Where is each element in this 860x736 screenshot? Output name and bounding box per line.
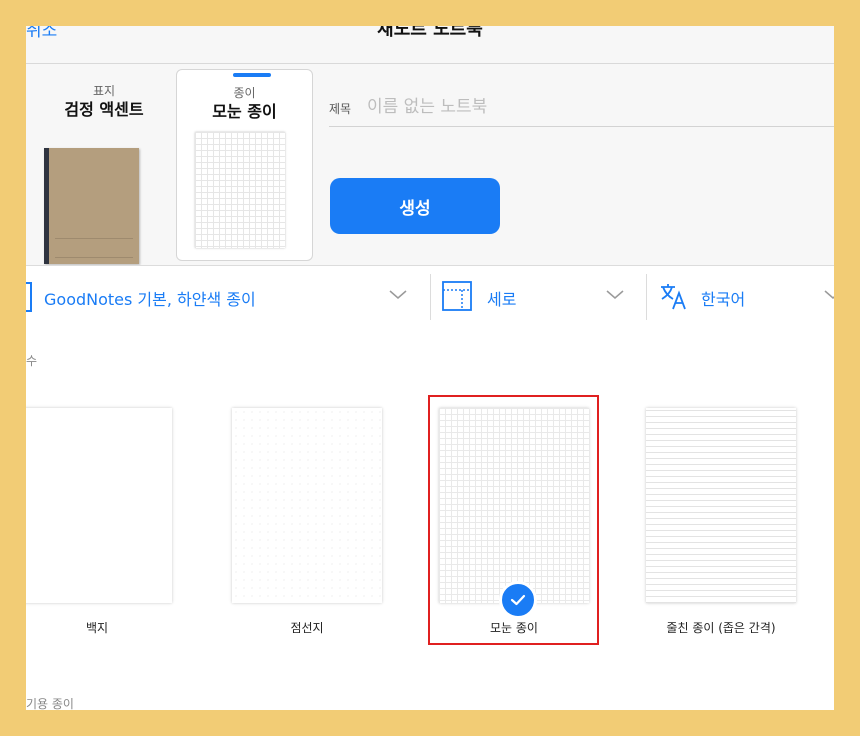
orientation-label: 세로	[487, 290, 517, 309]
template-label: GoodNotes 기본, 하얀색 종이	[44, 290, 256, 309]
chevron-down-icon	[606, 290, 624, 299]
paper-label: 종이	[233, 86, 256, 100]
paper-tile-grid[interactable]	[439, 408, 589, 603]
chevron-down-icon	[389, 290, 407, 299]
language-label: 한국어	[701, 290, 746, 309]
paper-gallery: 수 백지 점선지 모눈 종이 줄친 종이 (좁은 간격) 기용 종이	[26, 328, 834, 710]
chevron-down-icon	[824, 290, 834, 299]
section-header: 수	[26, 354, 38, 368]
orientation-option[interactable]: 세로	[431, 266, 646, 328]
translate-icon	[661, 284, 686, 310]
checkmark-icon	[499, 581, 537, 619]
navigation-bar: 취소 새노트 노트북	[26, 26, 834, 64]
paper-tile-label: 백지	[85, 621, 109, 635]
notebook-setup-header: 표지 검정 액센트 종이 모눈 종이 제목 생성	[26, 64, 834, 264]
paper-tile-dotted[interactable]	[232, 408, 382, 603]
paper-tile-label: 모눈 종이	[490, 621, 538, 635]
cover-selector[interactable]: 표지 검정 액센트	[44, 84, 164, 264]
template-icon	[26, 282, 32, 312]
options-bar: GoodNotes 기본, 하얀색 종이 세로 한국어	[26, 265, 834, 329]
language-option[interactable]: 한국어	[647, 266, 834, 328]
title-row: 제목	[329, 90, 834, 127]
page-title: 새노트 노트북	[377, 26, 483, 40]
paper-tile-blank[interactable]	[26, 408, 172, 603]
title-input[interactable]	[367, 93, 807, 121]
cover-label: 표지	[92, 84, 116, 98]
create-button[interactable]: 생성	[330, 178, 500, 234]
paper-tile-label: 점선지	[290, 621, 324, 635]
paper-tile-label: 줄친 종이 (좁은 간격)	[666, 621, 776, 635]
paper-name: 모눈 종이	[212, 102, 277, 121]
goodnotes-new-notebook-screen: 취소 새노트 노트북 표지 검정 액센트 종이 모눈 종이 제목 생성	[26, 26, 834, 710]
selected-indicator	[233, 73, 271, 77]
title-label: 제목	[329, 102, 352, 116]
cover-name: 검정 액센트	[64, 100, 144, 119]
section-header: 기용 종이	[26, 697, 74, 710]
cover-thumbnail[interactable]	[44, 148, 139, 264]
paper-tile-ruled[interactable]	[646, 408, 796, 603]
cover-decoration	[55, 238, 133, 258]
paper-selector-card[interactable]: 종이 모눈 종이	[176, 69, 313, 261]
template-option[interactable]: GoodNotes 기본, 하얀색 종이	[26, 266, 421, 328]
orientation-icon	[442, 281, 472, 311]
paper-thumbnail[interactable]	[195, 132, 285, 248]
